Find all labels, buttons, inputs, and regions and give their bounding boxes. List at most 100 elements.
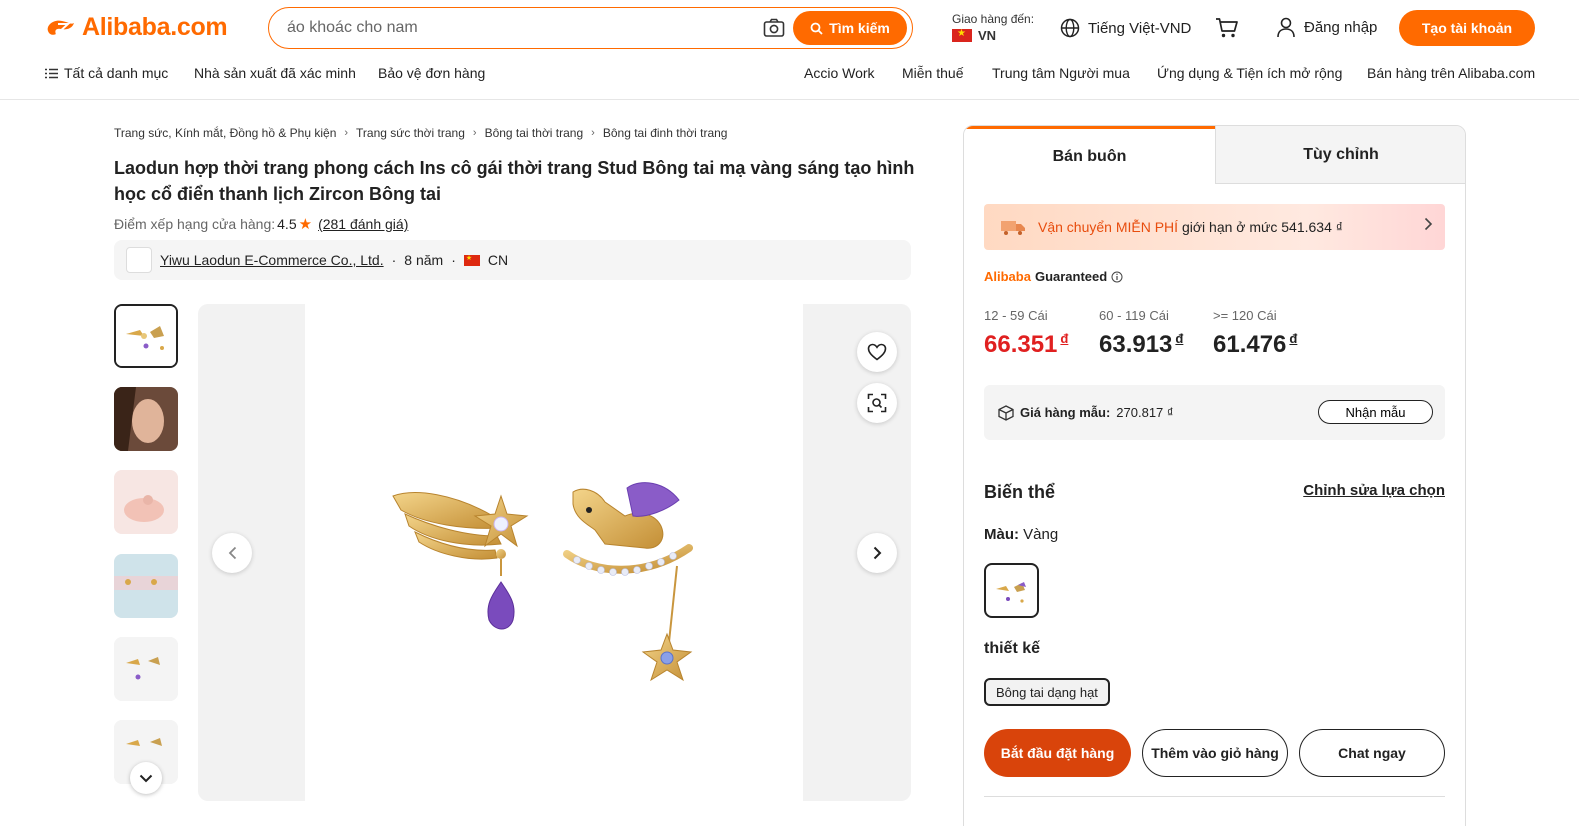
chat-now-button[interactable]: Chat ngay [1299, 729, 1445, 777]
truck-icon [1001, 221, 1025, 235]
design-option-chip[interactable]: Bông tai dạng hạt [984, 678, 1110, 706]
logo-text: Alibaba.com [82, 13, 228, 41]
tab-wholesale[interactable]: Bán buôn [964, 126, 1215, 184]
heart-icon [867, 343, 887, 361]
sample-label: Giá hàng mẫu: [1020, 405, 1111, 420]
price-tier-1: 12 - 59 Cái 66.351 đ [984, 308, 1068, 359]
site-header: Alibaba.com Tìm kiếm Giao hàng đến: VN T… [0, 0, 1579, 100]
breadcrumb-item[interactable]: Bông tai thời trang [485, 126, 584, 140]
nav-tax-free[interactable]: Miễn thuế [902, 65, 963, 81]
color-key: Màu: [984, 526, 1019, 543]
dot-separator: · [451, 252, 456, 268]
signup-button[interactable]: Tạo tài khoản [1399, 10, 1535, 46]
login-label: Đăng nhập [1304, 19, 1378, 36]
tier-price: 66.351 [984, 331, 1058, 358]
nav-buyer-center[interactable]: Trung tâm Người mua [992, 65, 1130, 81]
language-selector[interactable]: Tiếng Việt-VND [1060, 18, 1191, 38]
user-icon [1277, 17, 1295, 38]
guarantee-brand: Alibaba [984, 269, 1031, 284]
chevron-right-icon: › [591, 127, 595, 139]
nav-sell-on-alibaba[interactable]: Bán hàng trên Alibaba.com [1367, 65, 1535, 81]
alibaba-logo-icon [47, 20, 74, 35]
china-flag-icon [463, 254, 480, 266]
alibaba-guaranteed[interactable]: Alibaba Guaranteed [984, 269, 1123, 284]
get-sample-button[interactable]: Nhận mẫu [1318, 400, 1433, 424]
globe-icon [1060, 18, 1080, 38]
supplier-name-link[interactable]: Yiwu Laodun E-Commerce Co., Ltd. [160, 252, 384, 268]
deliver-label: Giao hàng đến: [952, 12, 1035, 26]
nav-accio-work[interactable]: Accio Work [804, 65, 875, 81]
price-tier-3: >= 120 Cái 61.476 đ [1213, 308, 1297, 359]
nav-all-categories[interactable]: Tất cả danh mục [45, 65, 168, 81]
supplier-bar: Yiwu Laodun E-Commerce Co., Ltd. · 8 năm… [114, 240, 911, 280]
thumbnail-4[interactable] [114, 554, 178, 618]
edit-selection-link[interactable]: Chỉnh sửa lựa chọn [1303, 482, 1445, 499]
tier-price: 61.476 [1213, 331, 1287, 358]
menu-icon [45, 68, 58, 78]
supplier-country: CN [487, 252, 509, 268]
info-icon [1111, 271, 1123, 282]
thumbnails-scroll-down-button[interactable] [130, 762, 162, 794]
currency-symbol: đ [1060, 331, 1069, 346]
nav-apps-extensions[interactable]: Ứng dụng & Tiện ích mở rộng [1157, 65, 1342, 81]
thumbnail-5[interactable] [114, 637, 178, 701]
earring-size-image [114, 637, 178, 701]
image-search-button[interactable] [857, 383, 897, 423]
nav-label: Tất cả danh mục [64, 65, 169, 81]
image-next-button[interactable] [857, 533, 897, 573]
color-value: Vàng [1023, 526, 1059, 543]
visual-search-icon [867, 393, 887, 413]
alibaba-logo[interactable]: Alibaba.com [44, 13, 228, 42]
hand-earring-image [114, 470, 178, 534]
color-label: Màu: Vàng [984, 526, 1058, 543]
search-icon [810, 22, 823, 35]
thumbnail-2[interactable] [114, 387, 178, 451]
deliver-country: VN [978, 28, 997, 43]
breadcrumb-item[interactable]: Trang sức thời trang [356, 126, 465, 140]
chevron-right-icon [1424, 217, 1433, 231]
thumbnail-3[interactable] [114, 470, 178, 534]
breadcrumb-item[interactable]: Bông tai đinh thời trang [603, 126, 728, 140]
store-rating: Điểm xếp hạng cửa hàng: 4.5 ★ (281 đánh … [114, 215, 408, 233]
dot-separator: · [391, 252, 397, 268]
product-image-canvas [305, 304, 803, 801]
guarantee-label: Guaranteed [1034, 269, 1108, 284]
package-icon [998, 404, 1014, 421]
rating-value: 4.5 [277, 216, 297, 232]
search-box: Tìm kiếm [268, 7, 913, 49]
free-shipping-banner[interactable]: Vận chuyển MIỄN PHÍ giới hạn ở mức 541.6… [984, 204, 1445, 250]
search-button-label: Tìm kiếm [829, 20, 890, 36]
login-link[interactable]: Đăng nhập [1276, 17, 1377, 38]
favorite-button[interactable] [857, 332, 897, 372]
supplier-logo[interactable] [126, 247, 152, 273]
add-to-cart-button[interactable]: Thêm vào giỏ hàng [1142, 729, 1288, 777]
chevron-down-icon [139, 774, 153, 782]
search-input[interactable] [287, 16, 747, 40]
chevron-left-icon [228, 546, 236, 560]
deliver-to[interactable]: Giao hàng đến: VN [952, 12, 1034, 43]
variants-heading: Biến thể [984, 482, 1056, 502]
currency-symbol: đ [1289, 331, 1298, 346]
earrings-product-image [392, 482, 693, 682]
cart-icon[interactable] [1215, 17, 1239, 39]
nav-verified-manufacturers[interactable]: Nhà sản xuất đã xác minh [194, 65, 356, 81]
earring-thumbnail-image [116, 306, 176, 366]
search-button[interactable]: Tìm kiếm [793, 11, 907, 45]
thumbnail-1[interactable] [114, 304, 178, 368]
model-ear-image [114, 387, 178, 451]
tier-quantity: >= 120 Cái [1213, 308, 1277, 323]
breadcrumb-item[interactable]: Trang sức, Kính mắt, Đồng hồ & Phụ kiện [114, 126, 336, 140]
reviews-link[interactable]: (281 đánh giá) [318, 216, 408, 232]
start-order-button[interactable]: Bắt đầu đặt hàng [984, 729, 1131, 777]
image-prev-button[interactable] [212, 533, 252, 573]
free-shipping-label: Vận chuyển MIỄN PHÍ [1038, 219, 1179, 235]
color-swatch-gold[interactable] [984, 563, 1039, 618]
purchase-panel: Bán buôn Tùy chỉnh Vận chuyển MIỄN PHÍ g… [963, 125, 1466, 826]
earring-display-image [114, 554, 178, 618]
chevron-right-icon [873, 546, 881, 560]
camera-search-icon[interactable] [763, 18, 785, 38]
tab-customize[interactable]: Tùy chỉnh [1215, 126, 1465, 184]
nav-order-protection[interactable]: Bảo vệ đơn hàng [378, 65, 485, 81]
main-product-image[interactable] [198, 304, 911, 801]
rating-label: Điểm xếp hạng cửa hàng: [114, 216, 276, 232]
